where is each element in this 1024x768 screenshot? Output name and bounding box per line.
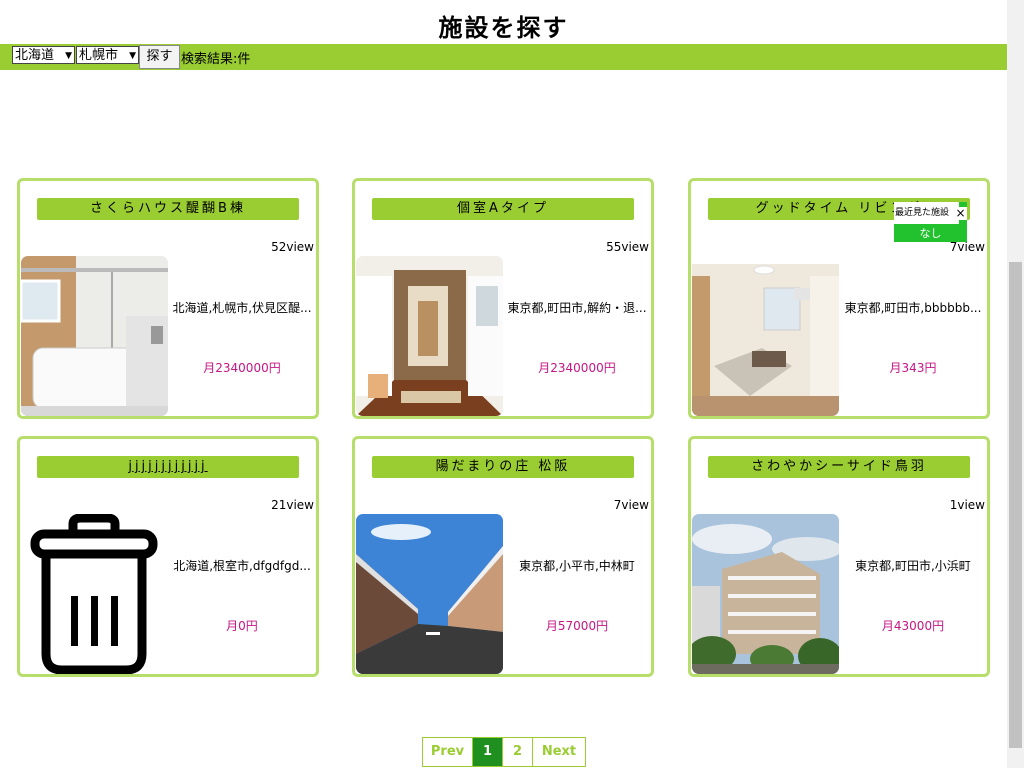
facility-card[interactable]: 陽だまりの庄 松阪 7view 東京都,小平市,中林町 月57000円 (352, 436, 654, 677)
next-page-button[interactable]: Next (533, 738, 585, 766)
facility-card[interactable]: jjjjjjjjjjjj 21view 北海道,根室市,dfgdfgd... 月… (17, 436, 319, 677)
building-photo[interactable] (356, 514, 503, 674)
facility-price: 月2340000円 (203, 361, 281, 375)
page-1-button[interactable]: 1 (473, 738, 503, 766)
facility-name[interactable]: さわやかシーサイド鳥羽 (708, 456, 970, 478)
facility-name[interactable]: 個室Aタイプ (372, 198, 634, 220)
search-button[interactable]: 探す (139, 45, 180, 69)
city-select-value: 札幌市 (79, 48, 119, 63)
facility-price: 月2340000円 (538, 361, 616, 375)
bathroom-photo[interactable] (21, 256, 168, 416)
view-count: 52view (271, 240, 314, 254)
chevron-down-icon: ▼ (129, 51, 136, 61)
facility-price: 月43000円 (881, 619, 945, 633)
recently-viewed-title: 最近見た施設 (894, 202, 959, 224)
prefecture-select[interactable]: 北海道 ▼ (12, 46, 75, 64)
recently-viewed-popup: 最近見た施設 × なし (894, 202, 967, 242)
chevron-down-icon: ▼ (65, 51, 72, 61)
city-select[interactable]: 札幌市 ▼ (76, 46, 139, 64)
apartment-photo[interactable] (692, 514, 839, 674)
hallway-photo[interactable] (356, 256, 503, 416)
trash-icon[interactable] (21, 514, 168, 674)
search-bar: 北海道 ▼ 札幌市 ▼ 探す 検索結果:件 (0, 44, 1007, 70)
recently-viewed-content: なし (919, 227, 942, 240)
facility-card[interactable]: 個室Aタイプ 55view 東京都,町田市,解約・退... 月2340000円 (352, 178, 654, 419)
prev-page-button[interactable]: Prev (423, 738, 473, 766)
facility-price: 月57000円 (545, 619, 609, 633)
close-icon[interactable]: × (954, 207, 967, 220)
pagination: Prev 1 2 Next (422, 737, 586, 767)
view-count: 1view (949, 498, 985, 512)
facility-price: 月0円 (226, 619, 258, 633)
view-count: 7view (613, 498, 649, 512)
scrollbar-thumb[interactable] (1009, 262, 1022, 748)
bedroom-photo[interactable] (692, 256, 839, 416)
facility-address: 東京都,町田市,解約・退... (507, 301, 647, 315)
view-count: 7view (949, 240, 985, 254)
page-title: 施設を探す (438, 14, 569, 42)
facility-card[interactable]: さわやかシーサイド鳥羽 1view 東京都,町田市,小浜町 月43000円 (688, 436, 990, 677)
facility-address: 北海道,札幌市,伏見区醍... (172, 301, 312, 315)
facility-name[interactable]: jjjjjjjjjjjj (37, 456, 299, 478)
page-2-button[interactable]: 2 (503, 738, 533, 766)
view-count: 21view (271, 498, 314, 512)
facility-price: 月343円 (889, 361, 937, 375)
facility-name[interactable]: 陽だまりの庄 松阪 (372, 456, 634, 478)
prefecture-select-value: 北海道 (15, 48, 55, 63)
facility-address: 東京都,町田市,bbbbbb... (844, 301, 982, 315)
facility-address: 北海道,根室市,dfgdfgd... (173, 559, 311, 573)
facility-address: 東京都,町田市,小浜町 (855, 559, 971, 573)
search-result-count: 検索結果:件 (181, 52, 251, 67)
facility-name[interactable]: さくらハウス醍醐B棟 (37, 198, 299, 220)
facility-address: 東京都,小平市,中林町 (519, 559, 635, 573)
view-count: 55view (606, 240, 649, 254)
facility-card[interactable]: さくらハウス醍醐B棟 52view 北海道,札幌市,伏見区醍... 月23400… (17, 178, 319, 419)
